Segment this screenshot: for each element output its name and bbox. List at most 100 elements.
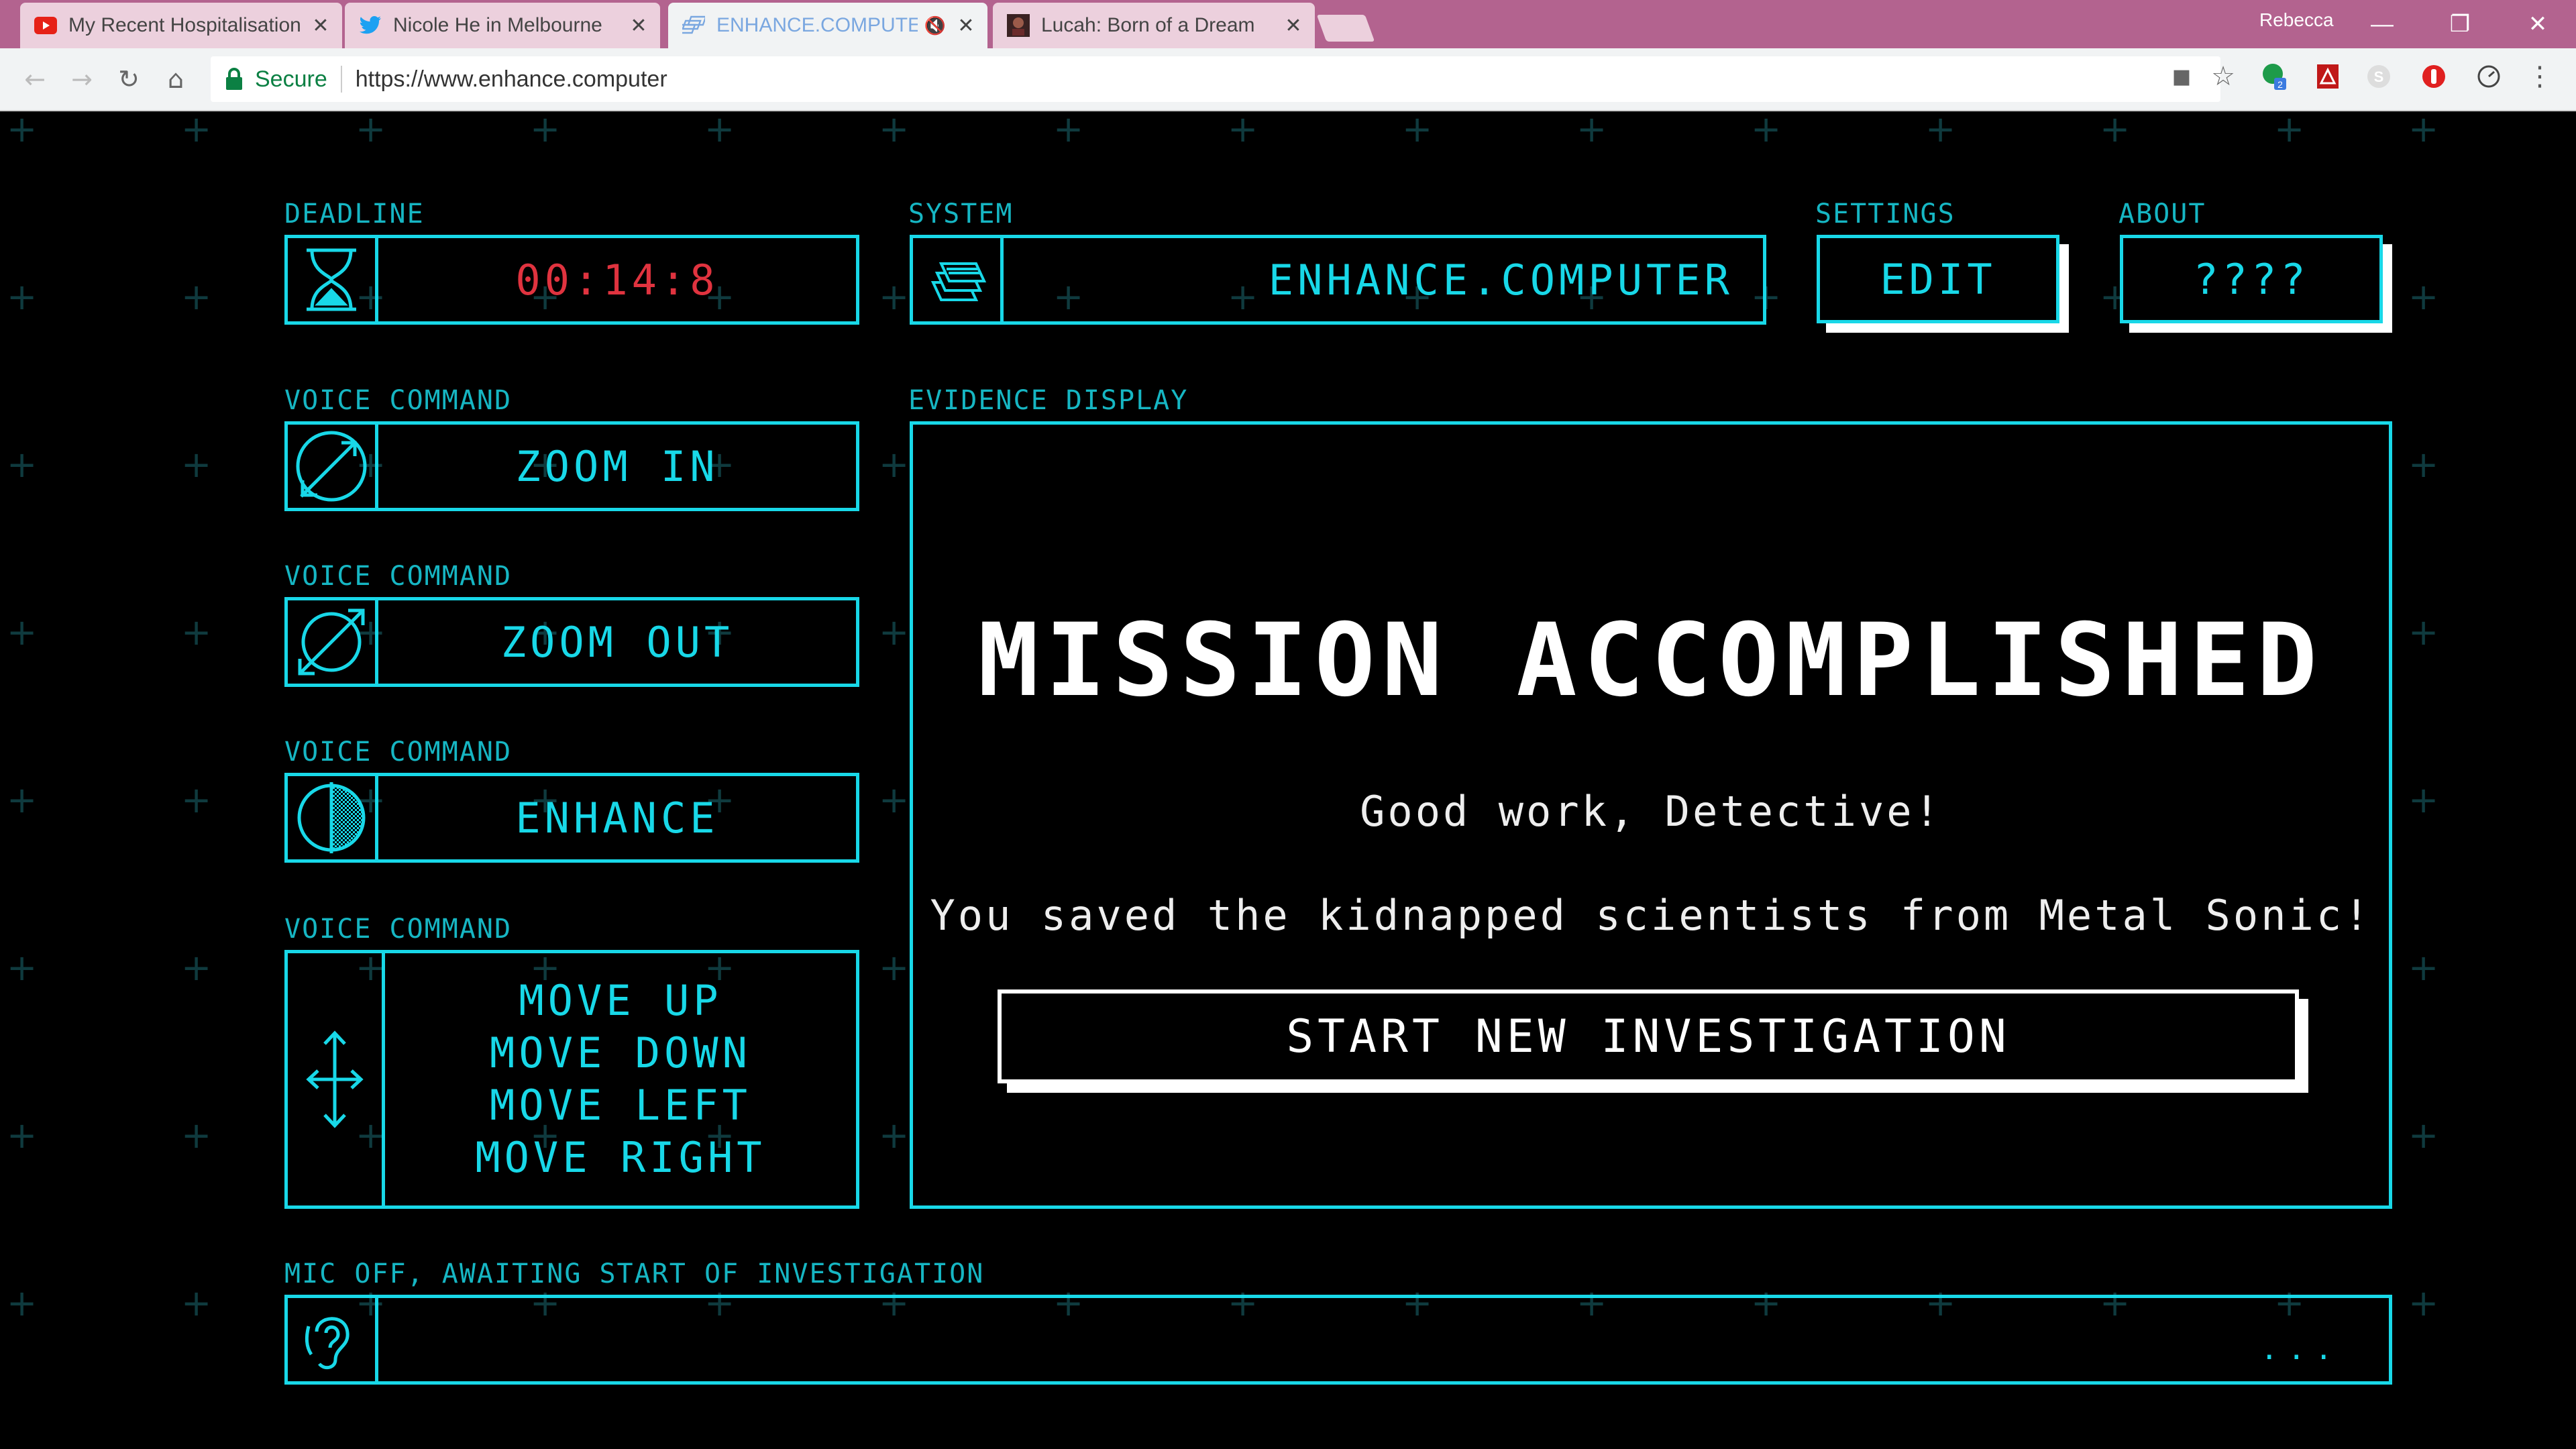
address-bar[interactable]: Secure https://www.enhance.computer: [211, 56, 2220, 102]
edit-settings-button[interactable]: EDIT: [1817, 235, 2059, 323]
voice-command-label: VOICE COMMAND: [284, 737, 513, 767]
grid-plus-mark: +: [2408, 1114, 2439, 1157]
system-label: SYSTEM: [908, 199, 1014, 229]
close-tab-icon[interactable]: ✕: [310, 14, 331, 38]
menu-kebab-icon[interactable]: ⋮: [2525, 61, 2555, 92]
shield-extension-icon[interactable]: [2419, 62, 2449, 91]
grid-plus-mark: +: [2408, 779, 2439, 821]
grid-plus-mark: +: [181, 1114, 212, 1157]
command-enhance: ENHANCE: [515, 793, 719, 843]
grid-plus-mark: +: [1228, 108, 1258, 150]
grid-plus-mark: +: [7, 276, 38, 318]
forward-arrow-icon[interactable]: →: [66, 63, 98, 95]
system-name: ENHANCE.COMPUTER: [1268, 255, 1733, 305]
enhance-favicon-icon: [682, 13, 706, 38]
tab-title: Nicole He in Melbourne: [393, 14, 602, 36]
voice-command-label: VOICE COMMAND: [284, 914, 513, 945]
grid-plus-mark: +: [7, 779, 38, 821]
voice-command-enhance[interactable]: ENHANCE: [284, 773, 859, 863]
url-text[interactable]: https://www.enhance.computer: [356, 66, 667, 93]
voice-command-label: VOICE COMMAND: [284, 561, 513, 592]
new-tab-button[interactable]: [1316, 15, 1375, 42]
home-icon[interactable]: ⌂: [160, 63, 192, 95]
grid-plus-mark: +: [879, 276, 910, 318]
back-arrow-icon[interactable]: ←: [19, 63, 51, 95]
move-arrows-icon: [288, 953, 385, 1205]
tab-twitter[interactable]: Nicole He in Melbourne ✕: [345, 3, 660, 48]
grid-plus-mark: +: [2408, 947, 2439, 989]
grid-plus-mark: +: [181, 443, 212, 486]
tab-enhance-computer[interactable]: ENHANCE.COMPUTER 🔇 ✕: [668, 3, 987, 48]
security-label: Secure: [255, 66, 327, 92]
star-bookmark-icon[interactable]: ☆: [2207, 60, 2239, 93]
tab-lucah[interactable]: Lucah: Born of a Dream ✕: [993, 3, 1315, 48]
tab-youtube[interactable]: My Recent Hospitalisation ✕: [20, 3, 342, 48]
grid-plus-mark: +: [181, 108, 212, 150]
close-tab-icon[interactable]: ✕: [628, 14, 649, 38]
settings-label: SETTINGS: [1815, 199, 1955, 229]
minimize-icon[interactable]: —: [2345, 0, 2419, 48]
grid-plus-mark: +: [7, 1114, 38, 1157]
voice-command-zoom-in[interactable]: ZOOM IN: [284, 421, 859, 511]
tab-title: My Recent Hospitalisation: [68, 14, 301, 36]
grid-plus-mark: +: [1053, 108, 1084, 150]
command-zoom-out: ZOOM OUT: [500, 617, 734, 667]
mute-speaker-icon[interactable]: 🔇: [924, 15, 946, 36]
lock-icon: [224, 67, 244, 91]
restore-icon[interactable]: ❐: [2423, 0, 2497, 48]
enhance-circle-icon: [288, 776, 378, 859]
close-tab-icon[interactable]: ✕: [1283, 14, 1304, 38]
browser-toolbar: ← → ↻ ⌂ Secure https://www.enhance.compu…: [0, 48, 2576, 111]
grid-plus-mark: +: [2408, 276, 2439, 318]
profile-name[interactable]: Rebecca: [2259, 9, 2334, 31]
hourglass-icon: [288, 238, 378, 321]
camera-icon[interactable]: ■: [2165, 60, 2198, 93]
grid-plus-mark: +: [2100, 108, 2131, 150]
twitter-icon: [358, 13, 382, 38]
command-move-list: MOVE UP MOVE DOWN MOVE LEFT MOVE RIGHT: [385, 953, 856, 1205]
ear-icon: [288, 1298, 378, 1381]
voice-command-move[interactable]: MOVE UP MOVE DOWN MOVE LEFT MOVE RIGHT: [284, 950, 859, 1209]
grid-plus-mark: +: [181, 1282, 212, 1324]
grid-plus-mark: +: [356, 108, 386, 150]
extension-green-icon[interactable]: 2: [2259, 62, 2289, 91]
close-tab-icon[interactable]: ✕: [955, 14, 977, 38]
grid-plus-mark: +: [181, 947, 212, 989]
grid-plus-mark: +: [7, 108, 38, 150]
grid-plus-mark: +: [879, 779, 910, 821]
voice-command-label: VOICE COMMAND: [284, 385, 513, 416]
voice-command-zoom-out[interactable]: ZOOM OUT: [284, 597, 859, 687]
deadline-timer: 00:14:8: [515, 255, 719, 305]
reload-icon[interactable]: ↻: [113, 63, 145, 95]
grid-plus-mark: +: [879, 611, 910, 653]
grid-plus-mark: +: [2408, 611, 2439, 653]
divider: [340, 66, 342, 93]
speedometer-icon[interactable]: [2474, 62, 2504, 91]
command-move-left: MOVE LEFT: [490, 1081, 751, 1130]
start-new-investigation-button[interactable]: START NEW INVESTIGATION: [998, 989, 2299, 1083]
mic-status-label: MIC OFF, AWAITING START OF INVESTIGATION: [284, 1258, 985, 1289]
evidence-display: MISSION ACCOMPLISHED Good work, Detectiv…: [910, 421, 2392, 1209]
deadline-panel: 00:14:8: [284, 235, 859, 325]
svg-text:S: S: [2374, 68, 2384, 85]
window-close-icon[interactable]: ✕: [2501, 0, 2575, 48]
grid-plus-mark: +: [1751, 108, 1782, 150]
zoom-out-arrow-icon: [288, 600, 378, 684]
grid-plus-mark: +: [7, 1282, 38, 1324]
tab-title: ENHANCE.COMPUTER: [716, 14, 918, 36]
grid-plus-mark: +: [2408, 108, 2439, 150]
success-message: Good work, Detective!: [1360, 787, 1942, 836]
extension-badge: 2: [2277, 79, 2283, 90]
grid-plus-mark: +: [7, 947, 38, 989]
grid-plus-mark: +: [181, 276, 212, 318]
s-extension-icon[interactable]: S: [2364, 62, 2394, 91]
grid-plus-mark: +: [7, 611, 38, 653]
pdf-extension-icon[interactable]: [2313, 62, 2343, 91]
grid-plus-mark: +: [879, 108, 910, 150]
youtube-icon: [34, 13, 58, 38]
grid-plus-mark: +: [879, 443, 910, 486]
grid-plus-mark: +: [2274, 108, 2305, 150]
command-zoom-in: ZOOM IN: [515, 441, 719, 491]
about-button[interactable]: ????: [2120, 235, 2383, 323]
mic-panel: ...: [284, 1295, 2392, 1385]
